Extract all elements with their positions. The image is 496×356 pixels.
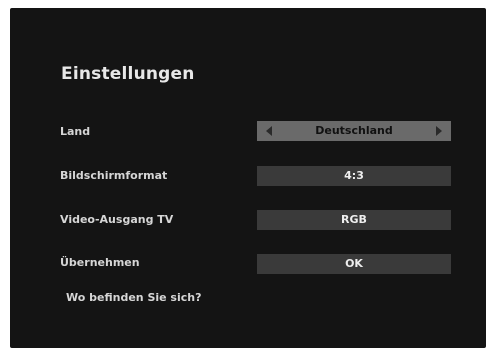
page-title: Einstellungen (61, 64, 195, 84)
help-text: Wo befinden Sie sich? (66, 291, 202, 304)
land-label: Land (60, 125, 91, 138)
bildschirmformat-field[interactable]: 4:3 (257, 166, 451, 186)
settings-screen: Einstellungen Land Deutschland Bildschir… (10, 8, 486, 348)
bildschirmformat-value: 4:3 (344, 169, 364, 182)
bildschirmformat-label: Bildschirmformat (60, 169, 168, 182)
arrow-right-icon[interactable] (436, 126, 442, 136)
video-ausgang-value: RGB (341, 213, 367, 226)
land-selector[interactable]: Deutschland (257, 121, 451, 141)
ok-button-label: OK (345, 257, 363, 270)
video-ausgang-label: Video-Ausgang TV (60, 213, 174, 226)
ok-button[interactable]: OK (257, 254, 451, 274)
arrow-left-icon[interactable] (266, 126, 272, 136)
land-value: Deutschland (315, 124, 393, 137)
uebernehmen-label: Übernehmen (60, 256, 140, 269)
video-ausgang-field[interactable]: RGB (257, 210, 451, 230)
